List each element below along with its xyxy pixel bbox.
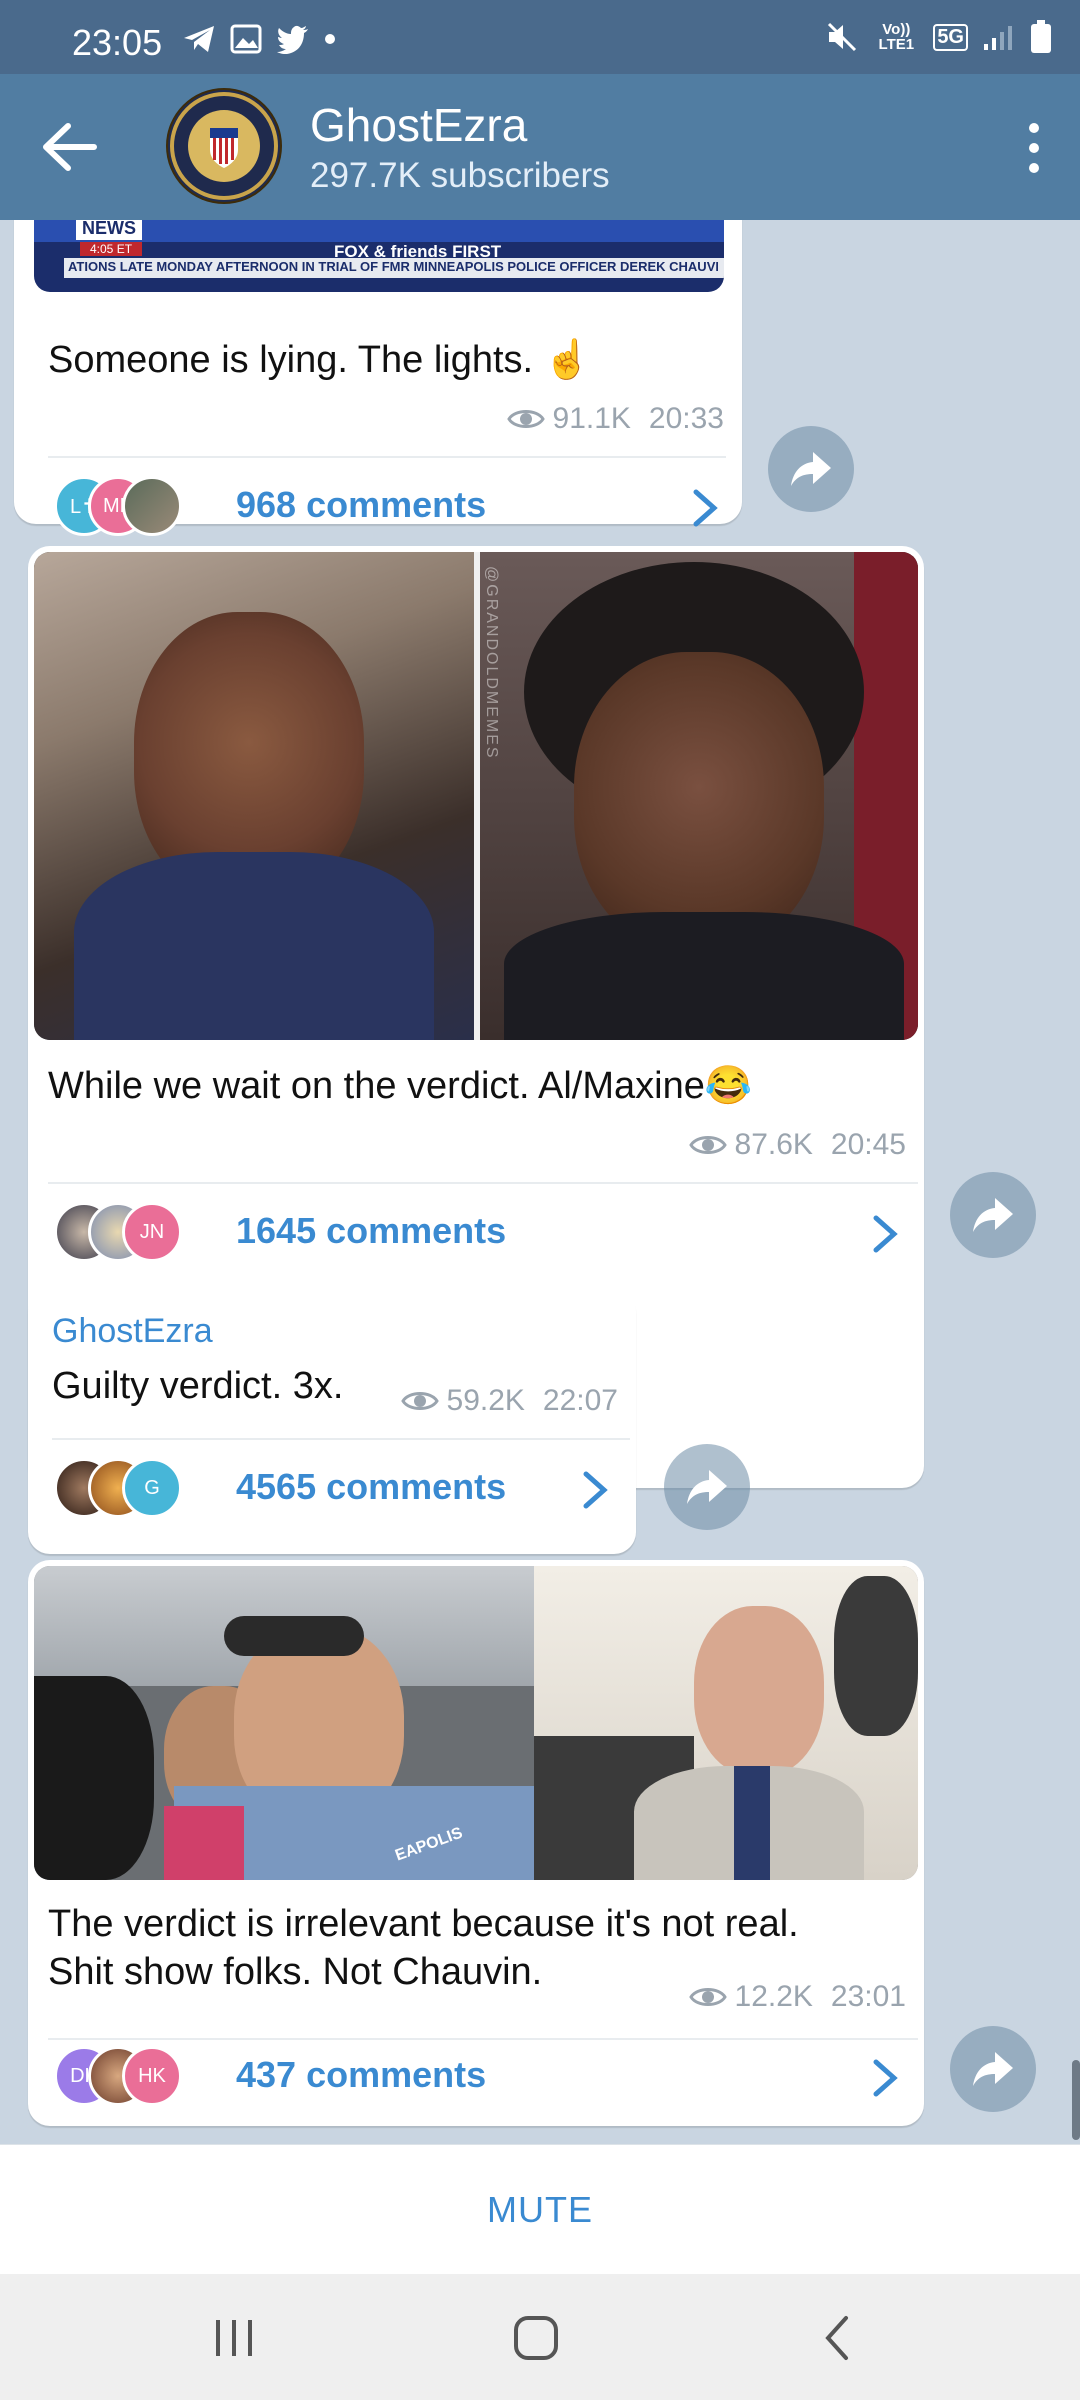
image-watermark: @GRANDOLDMEMES [483,566,500,760]
battery-icon [1031,20,1051,53]
views-icon [400,1392,439,1410]
message-meta: 87.6K 20:45 [688,1128,906,1162]
message-image[interactable]: NEWS 4:05 ET FOX & friends FIRST ATIONS … [34,220,724,292]
message-meta: 59.2K 22:07 [400,1384,618,1418]
avatar [122,476,182,536]
commenter-avatars: G [54,1458,214,1520]
comments-row[interactable]: JN 1645 comments [54,1182,914,1282]
status-bar: 23:05 Vo)) LTE1 5G [0,0,1080,74]
message-text: Guilty verdict. 3x. [52,1365,344,1407]
scrollbar-thumb[interactable] [1072,2060,1080,2140]
views-icon [688,1988,727,2006]
comments-row[interactable]: G 4565 comments [54,1438,624,1538]
news-tag: NEWS [76,220,142,240]
share-button[interactable] [768,426,854,512]
home-icon[interactable] [506,2310,566,2366]
mute-button[interactable]: MUTE [487,2189,593,2231]
message-image[interactable]: @GRANDOLDMEMES [34,552,918,1040]
system-nav-bar [0,2274,1080,2400]
message-time: 22:07 [542,1384,618,1417]
share-icon [973,2052,1013,2086]
comments-link[interactable]: 437 comments [236,2054,486,2096]
mute-bar[interactable]: MUTE [0,2144,1080,2275]
chevron-right-icon [873,1215,898,1253]
view-count: 59.2K [446,1384,525,1417]
view-count: 87.6K [734,1128,813,1161]
channel-title[interactable]: GhostEzra [310,98,527,152]
views-icon [688,1136,727,1154]
comments-link[interactable]: 968 comments [236,484,486,526]
signal-icon [984,26,1012,50]
avatar: HK [122,2046,182,2106]
dot-icon [325,34,335,44]
share-button[interactable] [664,1444,750,1530]
message-bubble[interactable]: GhostEzra Guilty verdict. 3x. 59.2K 22:0… [28,1290,636,1554]
volte-icon: Vo)) LTE1 [878,21,915,53]
message-bubble[interactable]: NEWS 4:05 ET FOX & friends FIRST ATIONS … [14,220,742,536]
commenter-avatars: DK HK [54,2046,214,2108]
commenter-avatars: L✝ MK [54,476,214,538]
message-image[interactable]: EAPOLIS [34,1566,918,1880]
sender-name[interactable]: GhostEzra [52,1312,213,1351]
message-line-2: Shit show folks. Not Chauvin. [48,1951,543,1993]
news-ticker: ATIONS LATE MONDAY AFTERNOON IN TRIAL OF… [68,259,718,274]
chevron-right-icon [583,1471,608,1509]
telegram-icon [184,26,214,52]
message-line-1: The verdict is irrelevant because it's n… [48,1903,799,1945]
message-text: While we wait on the verdict. Al/Maxine😂 [48,1065,753,1107]
comments-link[interactable]: 4565 comments [236,1466,506,1508]
comments-row[interactable]: DK HK 437 comments [54,2026,914,2126]
more-options-icon[interactable] [1014,118,1054,178]
gallery-icon [230,24,262,54]
channel-avatar[interactable] [166,88,282,204]
share-icon [973,1198,1013,1232]
seal-emblem-icon [168,90,280,202]
chevron-right-icon [873,2059,898,2097]
status-time: 23:05 [72,22,163,63]
back-arrow-icon[interactable] [40,120,100,174]
share-button[interactable] [950,2026,1036,2112]
message-time: 23:01 [830,1980,906,2013]
message-text: The verdict is irrelevant because it's n… [48,1900,799,1996]
view-count: 91.1K [552,402,631,435]
channel-header: GhostEzra 297.7K subscribers [0,74,1080,220]
message-list[interactable]: NEWS 4:05 ET FOX & friends FIRST ATIONS … [0,220,1080,2144]
views-icon [506,410,545,428]
news-time: 4:05 ET [80,242,143,256]
comments-link[interactable]: 1645 comments [236,1210,506,1252]
share-icon [791,452,831,486]
comments-row[interactable]: L✝ MK 968 comments [54,456,734,556]
subscriber-count: 297.7K subscribers [310,156,610,195]
view-count: 12.2K [734,1980,813,2013]
message-text: Someone is lying. The lights. ☝ [48,339,591,381]
recent-apps-icon[interactable] [204,2310,264,2366]
message-bubble[interactable]: EAPOLIS The verdict is irrelevant becaus… [28,1560,924,2126]
message-time: 20:33 [648,402,724,435]
back-icon[interactable] [808,2310,868,2366]
commenter-avatars: JN [54,1202,214,1264]
mute-icon [828,22,857,52]
message-meta: 12.2K 23:01 [688,1980,906,2014]
share-icon [687,1470,727,1504]
share-button[interactable] [950,1172,1036,1258]
avatar: G [122,1458,182,1518]
message-time: 20:45 [830,1128,906,1161]
chevron-right-icon [693,489,718,527]
message-meta: 91.1K 20:33 [506,402,724,436]
5g-icon: 5G [933,23,968,51]
avatar: JN [122,1202,182,1262]
twitter-icon [277,25,308,54]
